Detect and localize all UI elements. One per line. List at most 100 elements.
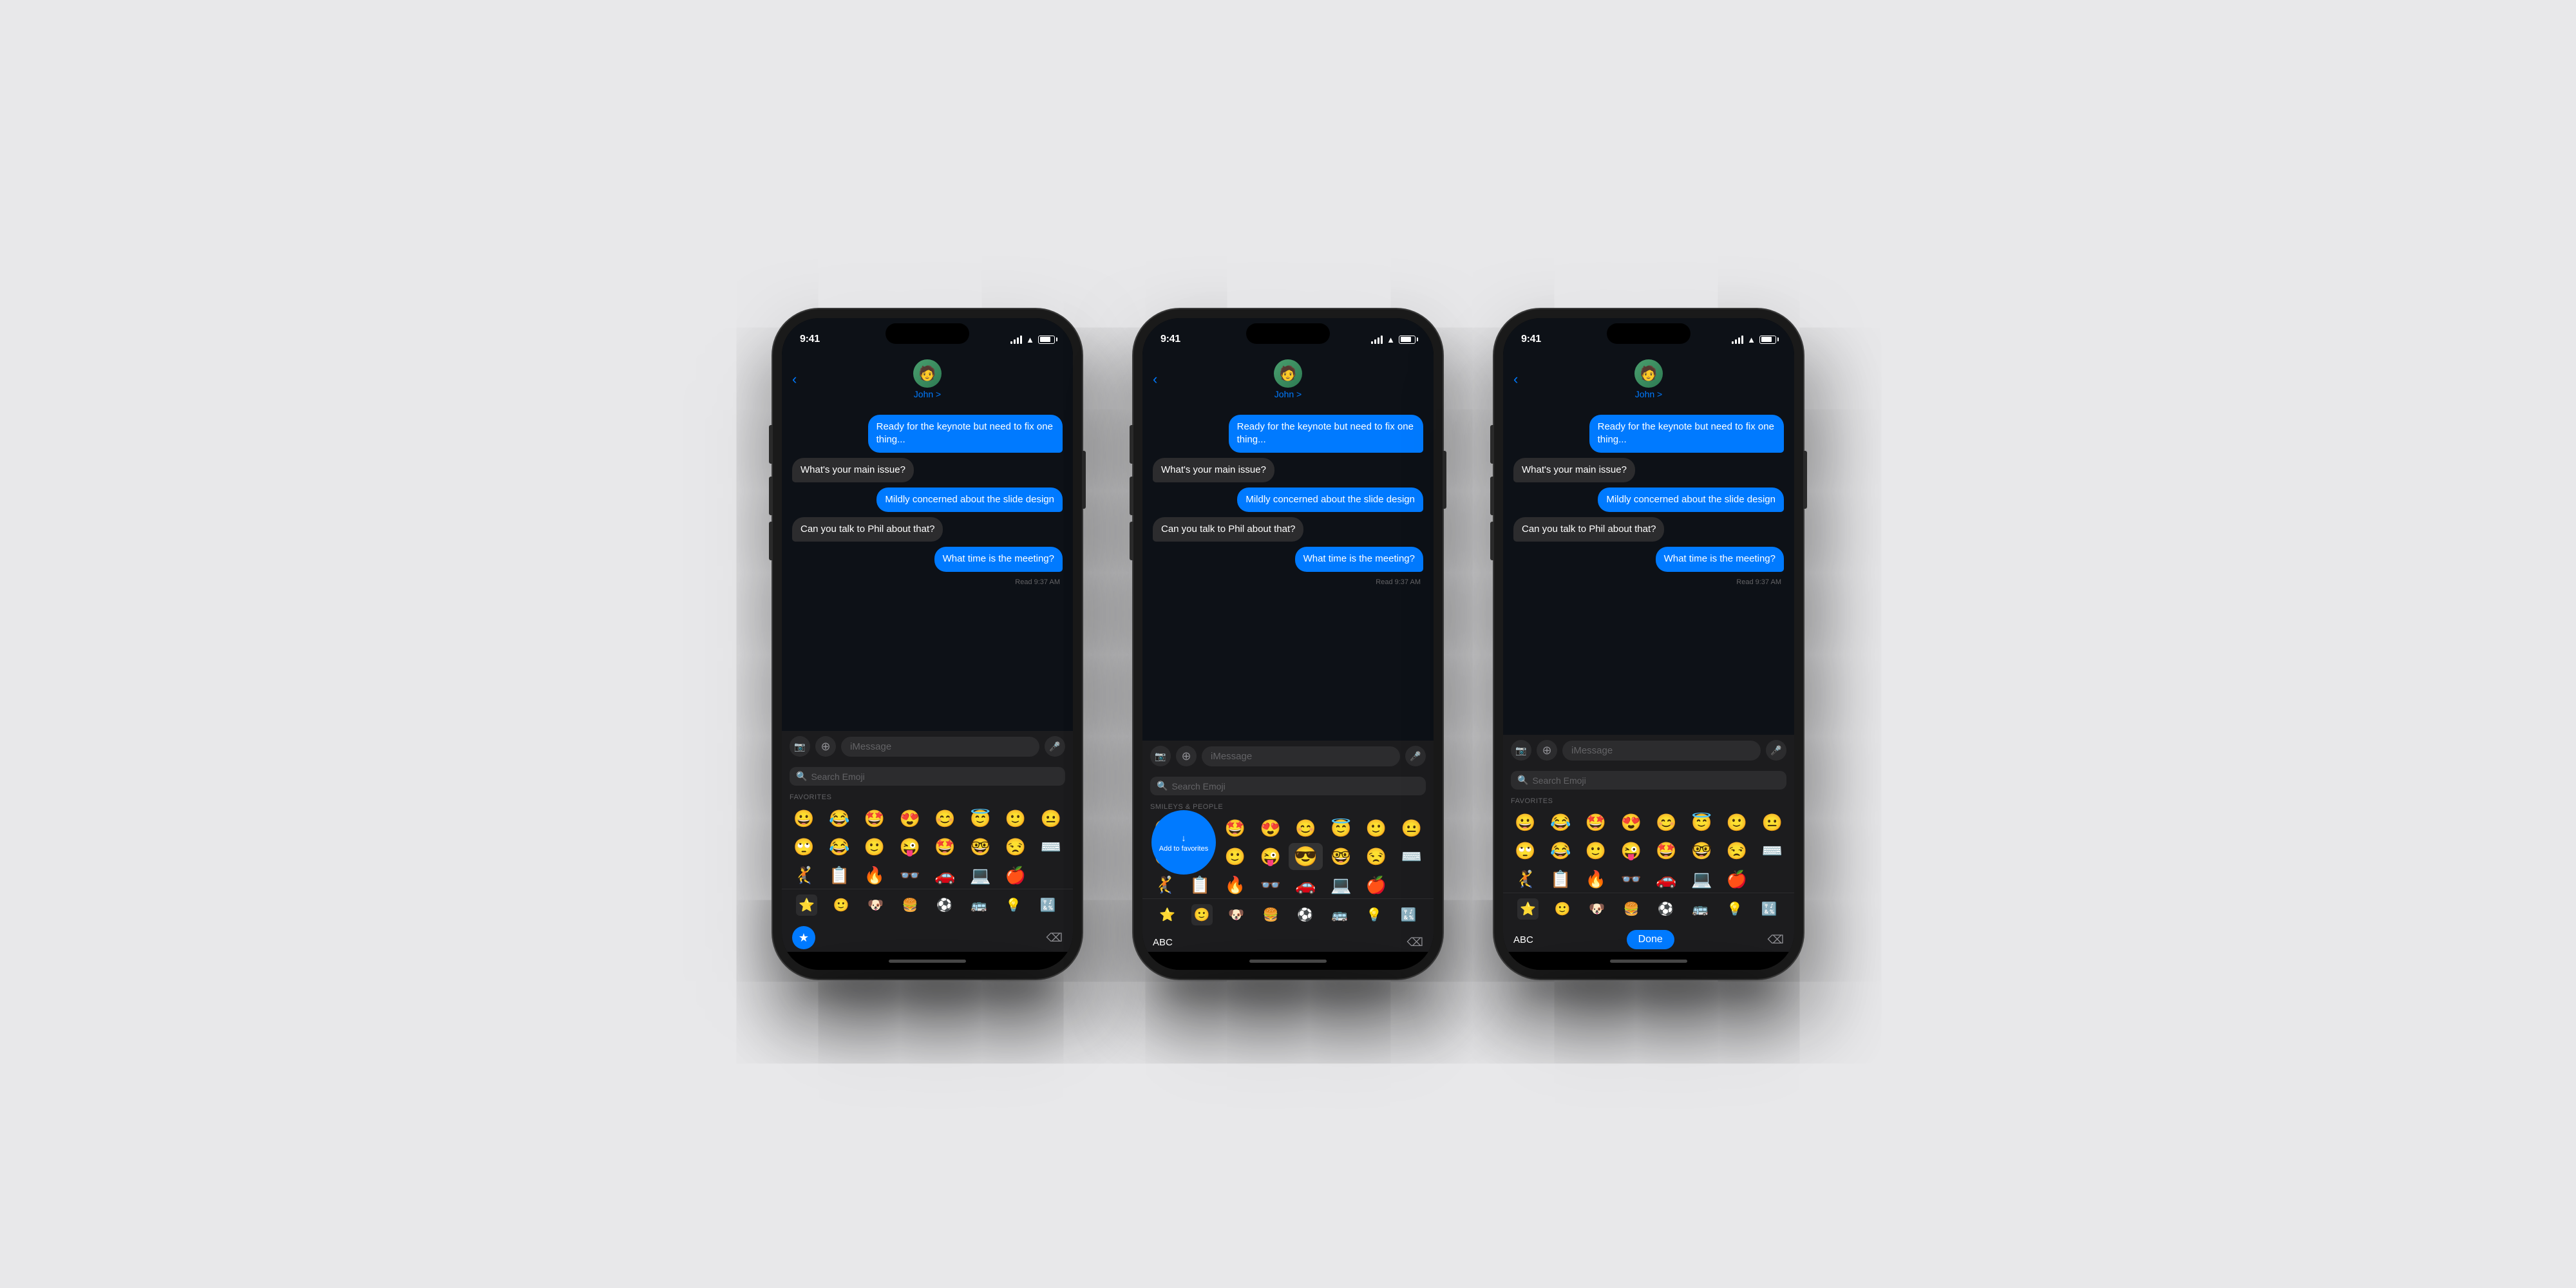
back-button-1[interactable]: ‹ bbox=[792, 371, 797, 388]
emoji-cell[interactable]: 💻 bbox=[1685, 866, 1719, 893]
cat-food-2[interactable]: 🍔 bbox=[1260, 904, 1282, 925]
emoji-search-1[interactable]: 🔍 Search Emoji bbox=[782, 762, 1073, 791]
emoji-cell[interactable]: 😇 bbox=[1685, 809, 1719, 836]
emoji-cell[interactable]: 😒 bbox=[1359, 843, 1394, 870]
emoji-cell[interactable]: 🙂 bbox=[1359, 815, 1394, 842]
cat-objects-2[interactable]: 💡 bbox=[1363, 904, 1385, 925]
emoji-cell[interactable]: 🤩 bbox=[1218, 815, 1253, 842]
emoji-cell[interactable]: 🍎 bbox=[1720, 866, 1754, 893]
emoji-cell[interactable]: 🤾 bbox=[787, 862, 821, 889]
emoji-cell[interactable]: 😍 bbox=[1614, 809, 1648, 836]
apps-icon-1[interactable]: ⊕ bbox=[815, 736, 836, 757]
delete-button-1[interactable]: ⌫ bbox=[1046, 931, 1063, 945]
emoji-cell[interactable]: 🤩 bbox=[1649, 837, 1683, 864]
emoji-cell[interactable]: 😒 bbox=[999, 833, 1033, 860]
apps-icon-3[interactable]: ⊕ bbox=[1537, 740, 1557, 761]
cat-symbols-2[interactable]: 🔣 bbox=[1398, 904, 1419, 925]
emoji-cell[interactable]: 🙂 bbox=[1218, 843, 1253, 870]
emoji-cell[interactable]: 🔥 bbox=[1218, 871, 1253, 898]
audio-button-2[interactable]: 🎤 bbox=[1405, 746, 1426, 766]
cat-symbols-1[interactable]: 🔣 bbox=[1037, 895, 1059, 916]
emoji-cell[interactable]: 📋 bbox=[822, 862, 857, 889]
emoji-cell[interactable]: 😊 bbox=[928, 805, 962, 832]
emoji-cell[interactable]: 🙂 bbox=[1720, 809, 1754, 836]
emoji-cell[interactable]: 🤓 bbox=[1324, 843, 1358, 870]
emoji-cell[interactable]: 😂 bbox=[1544, 837, 1578, 864]
emoji-cell[interactable] bbox=[1394, 871, 1428, 898]
cat-nature-3[interactable]: 🐶 bbox=[1586, 898, 1607, 920]
emoji-cell[interactable]: 😐 bbox=[1755, 809, 1789, 836]
emoji-cell[interactable]: 📋 bbox=[1183, 871, 1217, 898]
emoji-cell[interactable]: 😂 bbox=[822, 805, 857, 832]
emoji-cell[interactable]: 🤓 bbox=[963, 833, 998, 860]
done-button-3[interactable]: Done bbox=[1627, 930, 1674, 949]
emoji-search-bar-2[interactable]: 🔍 Search Emoji bbox=[1150, 777, 1426, 795]
emoji-cell[interactable]: 🤾 bbox=[1508, 866, 1542, 893]
back-button-2[interactable]: ‹ bbox=[1153, 371, 1157, 388]
cat-travel-2[interactable]: 🚌 bbox=[1329, 904, 1350, 925]
cat-nature-2[interactable]: 🐶 bbox=[1226, 904, 1247, 925]
back-button-3[interactable]: ‹ bbox=[1513, 371, 1518, 388]
emoji-cell[interactable]: 🙂 bbox=[858, 833, 892, 860]
cat-nature-1[interactable]: 🐶 bbox=[865, 895, 886, 916]
emoji-cell[interactable]: 😀 bbox=[1508, 809, 1542, 836]
imessage-input-1[interactable]: iMessage bbox=[841, 737, 1039, 757]
emoji-cell[interactable]: 🤓 bbox=[1685, 837, 1719, 864]
contact-info-3[interactable]: 🧑 John > bbox=[1634, 359, 1663, 399]
emoji-search-bar-3[interactable]: 🔍 Search Emoji bbox=[1511, 771, 1786, 790]
imessage-input-2[interactable]: iMessage bbox=[1202, 746, 1400, 766]
emoji-cell[interactable]: 🍎 bbox=[1359, 871, 1394, 898]
emoji-cell[interactable]: 📋 bbox=[1544, 866, 1578, 893]
cat-travel-1[interactable]: 🚌 bbox=[969, 895, 990, 916]
emoji-cell[interactable]: 🔥 bbox=[858, 862, 892, 889]
emoji-cell[interactable]: 🤾 bbox=[1148, 871, 1182, 898]
emoji-cell[interactable]: 🍎 bbox=[999, 862, 1033, 889]
cat-smiley-1[interactable]: 🙂 bbox=[831, 895, 852, 916]
emoji-cell[interactable]: 🚗 bbox=[928, 862, 962, 889]
emoji-cell[interactable]: 😍 bbox=[1253, 815, 1287, 842]
cat-objects-1[interactable]: 💡 bbox=[1003, 895, 1024, 916]
emoji-cell[interactable]: 😂 bbox=[822, 833, 857, 860]
emoji-cell[interactable] bbox=[1034, 862, 1068, 889]
cat-food-3[interactable]: 🍔 bbox=[1621, 898, 1642, 920]
emoji-cell[interactable] bbox=[1755, 866, 1789, 893]
emoji-cell[interactable]: 😐 bbox=[1394, 815, 1428, 842]
cat-star-1[interactable]: ⭐ bbox=[796, 895, 817, 916]
emoji-cell[interactable]: 😐 bbox=[1034, 805, 1068, 832]
cat-food-1[interactable]: 🍔 bbox=[900, 895, 921, 916]
camera-icon-2[interactable]: 📷 bbox=[1150, 746, 1171, 766]
cat-star-3[interactable]: ⭐ bbox=[1517, 898, 1539, 920]
emoji-cell-sunglasses[interactable]: 😎 bbox=[1289, 843, 1323, 870]
emoji-cell[interactable]: 👓 bbox=[1253, 871, 1287, 898]
emoji-search-3[interactable]: 🔍 Search Emoji bbox=[1503, 766, 1794, 795]
emoji-cell[interactable]: ⌨️ bbox=[1394, 843, 1428, 870]
delete-button-2[interactable]: ⌫ bbox=[1407, 936, 1423, 949]
emoji-cell[interactable]: 🚗 bbox=[1649, 866, 1683, 893]
emoji-cell[interactable]: 😊 bbox=[1649, 809, 1683, 836]
cat-activity-1[interactable]: ⚽ bbox=[934, 895, 955, 916]
cat-symbols-3[interactable]: 🔣 bbox=[1759, 898, 1780, 920]
emoji-cell[interactable]: 🙄 bbox=[1508, 837, 1542, 864]
emoji-cell[interactable]: 🔥 bbox=[1579, 866, 1613, 893]
emoji-cell[interactable]: ⌨️ bbox=[1034, 833, 1068, 860]
cat-smiley-2[interactable]: 🙂 bbox=[1191, 904, 1213, 925]
emoji-cell[interactable]: 🙂 bbox=[999, 805, 1033, 832]
cat-star-2[interactable]: ⭐ bbox=[1157, 904, 1178, 925]
favorites-star-button-1[interactable]: ★ bbox=[792, 926, 815, 949]
cat-activity-3[interactable]: ⚽ bbox=[1655, 898, 1676, 920]
contact-info-2[interactable]: 🧑 John > bbox=[1274, 359, 1302, 399]
emoji-search-bar-1[interactable]: 🔍 Search Emoji bbox=[790, 767, 1065, 786]
cat-activity-2[interactable]: ⚽ bbox=[1294, 904, 1316, 925]
emoji-cell[interactable]: 🤩 bbox=[928, 833, 962, 860]
emoji-cell[interactable]: 💻 bbox=[1324, 871, 1358, 898]
emoji-cell[interactable]: 🚗 bbox=[1289, 871, 1323, 898]
emoji-cell[interactable]: 😜 bbox=[893, 833, 927, 860]
emoji-cell[interactable]: 🙂 bbox=[1579, 837, 1613, 864]
emoji-cell[interactable]: 😂 bbox=[1544, 809, 1578, 836]
emoji-search-2[interactable]: 🔍 Search Emoji bbox=[1142, 772, 1434, 800]
camera-icon-3[interactable]: 📷 bbox=[1511, 740, 1531, 761]
emoji-cell[interactable]: 😍 bbox=[893, 805, 927, 832]
emoji-cell[interactable]: ⌨️ bbox=[1755, 837, 1789, 864]
emoji-cell[interactable]: 😀 bbox=[787, 805, 821, 832]
audio-button-1[interactable]: 🎤 bbox=[1045, 736, 1065, 757]
